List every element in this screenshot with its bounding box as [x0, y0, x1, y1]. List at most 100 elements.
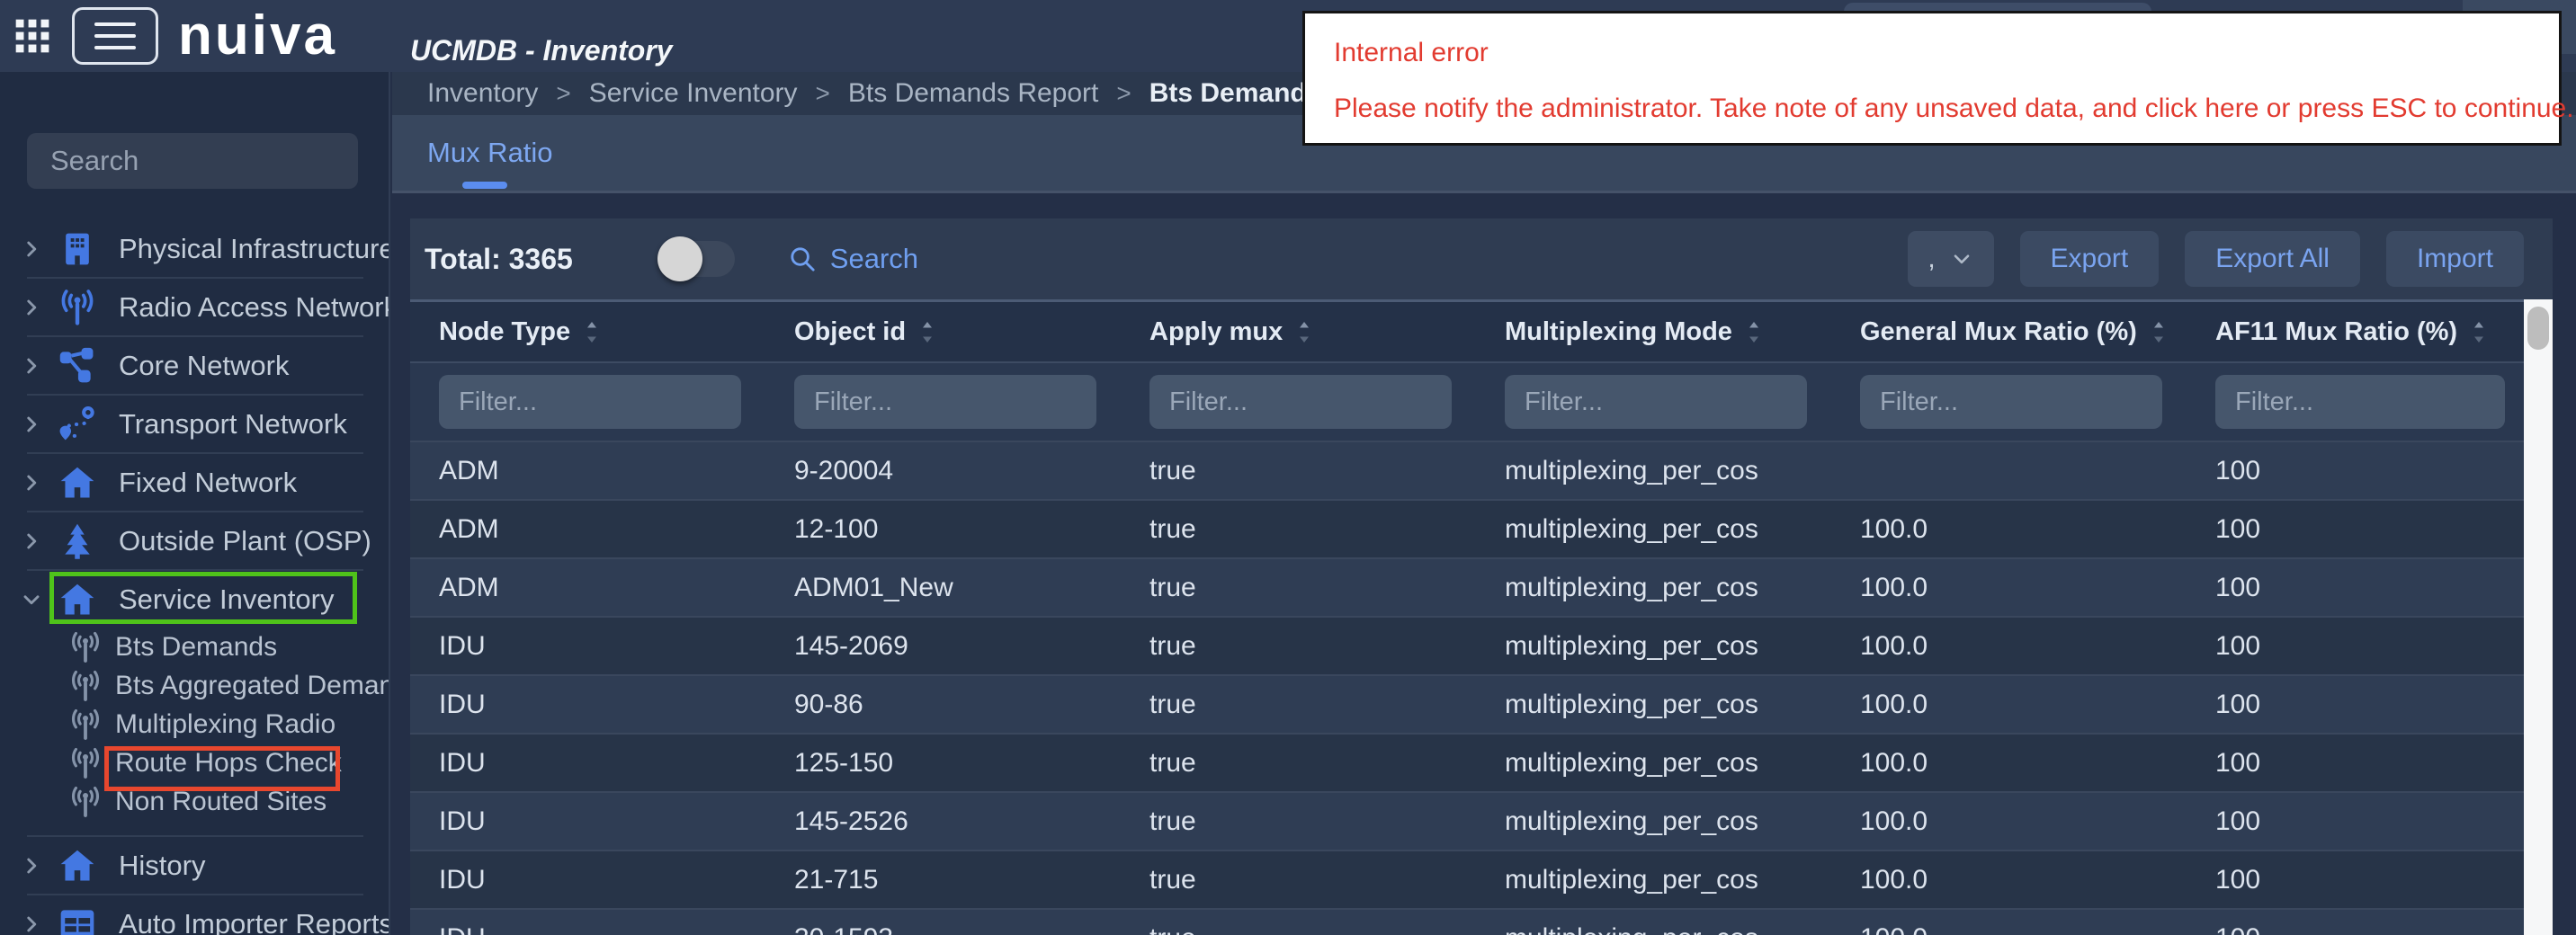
cell-general-mux-ratio: 100.0	[1831, 923, 2187, 935]
sidebar-item-service-inventory[interactable]: Service Inventory	[0, 571, 390, 628]
table-row[interactable]: IDU 125-150 true multiplexing_per_cos 10…	[410, 733, 2524, 791]
cell-af11-mux-ratio: 100	[2187, 514, 2524, 545]
csv-separator-dropdown[interactable]: ,	[1908, 231, 1994, 287]
sidebar-item-label: Route Hops Check	[115, 748, 342, 779]
cell-apply-mux: true	[1121, 806, 1476, 837]
sidebar-item-route-hops-check[interactable]: Route Hops Check	[0, 744, 390, 782]
chevron-right-icon	[20, 296, 43, 319]
breadcrumb-item[interactable]: Inventory	[427, 78, 538, 109]
sidebar-item-core-network[interactable]: Core Network	[0, 337, 390, 394]
scrollbar-thumb[interactable]	[2527, 307, 2549, 350]
column-header-af11-mux-ratio[interactable]: AF11 Mux Ratio (%)	[2187, 317, 2524, 347]
table-row[interactable]: IDU 90-86 true multiplexing_per_cos 100.…	[410, 674, 2524, 733]
table-row[interactable]: ADM ADM01_New true multiplexing_per_cos …	[410, 557, 2524, 616]
cell-object-id: 145-2069	[765, 631, 1121, 662]
cell-af11-mux-ratio: 100	[2187, 748, 2524, 779]
table-row[interactable]: IDU 145-2069 true multiplexing_per_cos 1…	[410, 616, 2524, 674]
antenna-icon	[58, 288, 97, 327]
separator-value: ,	[1928, 245, 1935, 272]
cell-multiplexing-mode: multiplexing_per_cos	[1476, 573, 1831, 603]
toggle-switch[interactable]	[659, 241, 735, 277]
cell-object-id: 21-715	[765, 865, 1121, 895]
sidebar-item-bts-aggregated-demands[interactable]: Bts Aggregated Demands	[0, 666, 390, 705]
sort-icon[interactable]	[2150, 320, 2168, 344]
cell-apply-mux: true	[1121, 865, 1476, 895]
cell-node-type: IDU	[410, 690, 765, 720]
vertical-scrollbar[interactable]	[2524, 299, 2553, 935]
sidebar-item-label: Outside Plant (OSP)	[119, 525, 371, 557]
cell-multiplexing-mode: multiplexing_per_cos	[1476, 456, 1831, 486]
export-all-button[interactable]: Export All	[2185, 231, 2360, 287]
column-header-apply-mux[interactable]: Apply mux	[1121, 317, 1476, 347]
sidebar-item-history[interactable]: History	[0, 837, 390, 894]
total-count-label: Total: 3365	[425, 243, 573, 276]
chevron-right-icon	[20, 237, 43, 261]
sidebar-item-label: Physical Infrastructure	[119, 233, 390, 265]
table-row[interactable]: IDU 21-715 true multiplexing_per_cos 100…	[410, 850, 2524, 908]
home-icon	[58, 463, 97, 503]
cell-node-type: IDU	[410, 631, 765, 662]
sidebar-item-physical-infrastructure[interactable]: Physical Infrastructure	[0, 220, 390, 277]
sort-icon[interactable]	[583, 320, 601, 344]
filter-input-node-type[interactable]	[439, 375, 741, 429]
sidebar-item-non-routed-sites[interactable]: Non Routed Sites	[0, 782, 390, 821]
table-row[interactable]: IDU 30-1593 true multiplexing_per_cos 10…	[410, 908, 2524, 935]
cell-node-type: ADM	[410, 514, 765, 545]
breadcrumb-separator: >	[1116, 79, 1131, 108]
cell-general-mux-ratio: 100.0	[1831, 865, 2187, 895]
sidebar-item-label: Radio Access Network	[119, 291, 390, 324]
breadcrumb-item[interactable]: Bts Demands Report	[848, 78, 1098, 109]
apps-grid-icon[interactable]	[13, 16, 52, 56]
cell-node-type: ADM	[410, 573, 765, 603]
sidebar-item-transport-network[interactable]: Transport Network	[0, 396, 390, 452]
sort-icon[interactable]	[2470, 320, 2488, 344]
filter-input-af11-mux-ratio[interactable]	[2215, 375, 2505, 429]
column-header-general-mux-ratio[interactable]: General Mux Ratio (%)	[1831, 317, 2187, 347]
search-label: Search	[830, 243, 918, 275]
active-tab-indicator	[462, 182, 507, 189]
sort-icon[interactable]	[1745, 320, 1763, 344]
sidebar-item-label: Fixed Network	[119, 467, 297, 499]
table-row[interactable]: ADM 9-20004 true multiplexing_per_cos 10…	[410, 441, 2524, 499]
table-row[interactable]: IDU 145-2526 true multiplexing_per_cos 1…	[410, 791, 2524, 850]
column-header-multiplexing-mode[interactable]: Multiplexing Mode	[1476, 317, 1831, 347]
cell-general-mux-ratio: 100.0	[1831, 514, 2187, 545]
sidebar-item-label: Multiplexing Radio	[115, 709, 335, 740]
column-header-node-type[interactable]: Node Type	[410, 317, 765, 347]
filter-input-multiplexing-mode[interactable]	[1505, 375, 1807, 429]
main-content: Inventory > Service Inventory > Bts Dema…	[392, 72, 2576, 935]
sidebar-item-multiplexing-radio[interactable]: Multiplexing Radio	[0, 705, 390, 744]
antenna-icon	[68, 746, 103, 780]
chevron-down-icon	[20, 588, 43, 611]
chevron-right-icon	[20, 413, 43, 436]
cell-af11-mux-ratio: 100	[2187, 806, 2524, 837]
breadcrumb-item[interactable]: Service Inventory	[589, 78, 798, 109]
search-button[interactable]: Search	[787, 243, 918, 275]
cell-af11-mux-ratio: 100	[2187, 573, 2524, 603]
cell-general-mux-ratio: 100.0	[1831, 690, 2187, 720]
column-header-object-id[interactable]: Object id	[765, 317, 1121, 347]
filter-input-object-id[interactable]	[794, 375, 1096, 429]
tab-mux-ratio[interactable]: Mux Ratio	[427, 115, 553, 191]
route-icon	[58, 405, 97, 444]
cell-multiplexing-mode: multiplexing_per_cos	[1476, 923, 1831, 935]
home-icon	[58, 846, 97, 886]
sort-icon[interactable]	[1295, 320, 1313, 344]
sidebar-item-fixed-network[interactable]: Fixed Network	[0, 454, 390, 511]
sidebar-item-radio-access-network[interactable]: Radio Access Network	[0, 279, 390, 335]
cell-general-mux-ratio: 100.0	[1831, 631, 2187, 662]
sidebar-item-bts-demands[interactable]: Bts Demands	[0, 628, 390, 666]
import-button[interactable]: Import	[2386, 231, 2524, 287]
table-row[interactable]: ADM 12-100 true multiplexing_per_cos 100…	[410, 499, 2524, 557]
error-banner[interactable]: Internal error Please notify the adminis…	[1302, 11, 2562, 146]
filter-input-general-mux-ratio[interactable]	[1860, 375, 2162, 429]
export-button[interactable]: Export	[2020, 231, 2160, 287]
filter-input-apply-mux[interactable]	[1149, 375, 1452, 429]
cell-apply-mux: true	[1121, 631, 1476, 662]
sidebar-search-input[interactable]	[27, 133, 358, 189]
hamburger-menu-button[interactable]	[72, 7, 158, 65]
sidebar-item-outside-plant[interactable]: Outside Plant (OSP)	[0, 512, 390, 569]
sidebar-item-auto-importer-reports[interactable]: Auto Importer Reports	[0, 895, 390, 935]
sort-icon[interactable]	[918, 320, 936, 344]
sidebar-item-label: Transport Network	[119, 408, 347, 441]
